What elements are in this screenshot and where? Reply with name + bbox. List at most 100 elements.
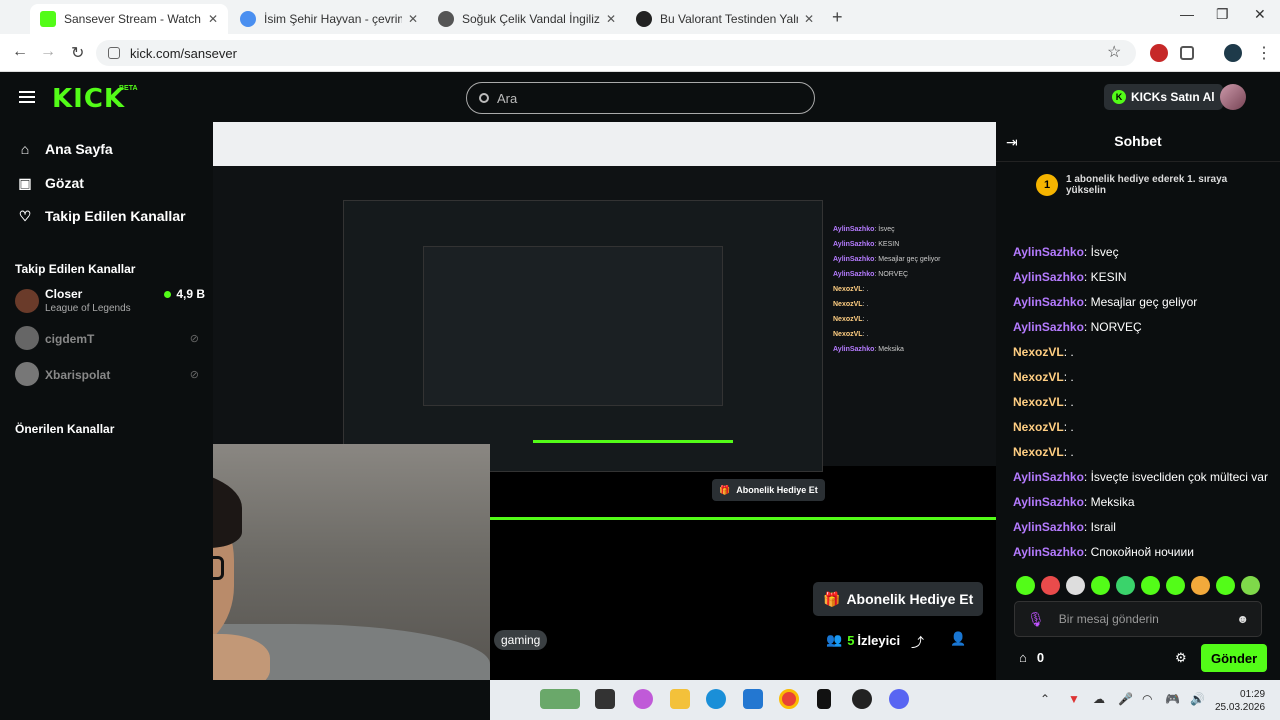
nav-following[interactable]: ♡ Takip Edilen Kanallar (17, 208, 186, 224)
search-input[interactable]: Ara (466, 82, 815, 114)
emote-icon[interactable] (1216, 576, 1235, 595)
share-icon[interactable]: ⤴ (911, 632, 924, 651)
more-menu-icon[interactable]: ⋮ (1256, 43, 1272, 63)
tab-sansever[interactable]: Sansever Stream - Watch Live o ✕ (30, 4, 228, 34)
emote-icon[interactable] (1066, 576, 1085, 595)
channel-points[interactable]: ⌂ 0 (1019, 650, 1044, 665)
emoji-picker-icon[interactable]: ☻ (1236, 612, 1249, 626)
user-avatar[interactable] (1220, 84, 1246, 110)
points-value: 0 (1036, 650, 1045, 665)
chat-username[interactable]: NexozVL (1013, 395, 1064, 409)
search-icon (479, 93, 489, 103)
channel-cigdemt[interactable]: cigdemT ⊘ (15, 324, 205, 354)
chat-message-input[interactable]: 🎙 Bir mesaj gönderin ☻ (1014, 601, 1262, 637)
nested-capture-level-3 (423, 246, 723, 406)
close-tab-icon[interactable]: ✕ (408, 12, 418, 26)
emote-icon[interactable] (1116, 576, 1135, 595)
forward-icon[interactable]: → (40, 43, 56, 61)
emote-icon[interactable] (1191, 576, 1210, 595)
nav-browse[interactable]: ▣ Gözat (17, 175, 84, 191)
chat-username[interactable]: AylinSazhko (1013, 295, 1084, 309)
channel-closer[interactable]: Closer League of Legends 4,9 B (15, 287, 205, 317)
chat-text: . (1070, 370, 1074, 384)
stream-video[interactable]: AylinSazhko: İsveç AylinSazhko: KESIN Ay… (213, 122, 996, 680)
emote-icon[interactable] (1141, 576, 1160, 595)
tab-isim-sehir[interactable]: İsim Şehir Hayvan - çevrimiçi o ✕ (230, 4, 428, 34)
chrome-icon[interactable] (779, 689, 799, 709)
chat-username[interactable]: AylinSazhko (1013, 545, 1084, 559)
url-field[interactable]: kick.com/sansever (96, 40, 1136, 66)
extension-icon[interactable] (1150, 44, 1168, 62)
maximize-icon[interactable]: ❐ (1216, 6, 1229, 23)
chat-username[interactable]: NexozVL (1013, 445, 1064, 459)
close-tab-icon[interactable]: ✕ (208, 12, 218, 26)
volume-icon[interactable]: 🔊 (1190, 692, 1205, 706)
steam-icon[interactable] (852, 689, 872, 709)
extensions-puzzle-icon[interactable] (1180, 46, 1194, 60)
kicks-coin-icon: K (1112, 90, 1126, 104)
site-header: KICK BETA Ara K KICKs Satın Al (0, 72, 1280, 122)
vpn-icon[interactable]: ▼ (1068, 692, 1080, 706)
app-icon[interactable] (595, 689, 615, 709)
tray-chevron-icon[interactable]: ⌃ (1040, 692, 1050, 706)
chat-username[interactable]: AylinSazhko (1013, 470, 1084, 484)
minimize-icon[interactable]: — (1180, 6, 1194, 22)
chat-message: AylinSazhko: Israil (1013, 515, 1278, 540)
chat-separator: : (1083, 295, 1091, 309)
gamepad-icon[interactable]: 🎮 (1165, 692, 1180, 706)
chat-username[interactable]: NexozVL (1013, 420, 1064, 434)
store-icon[interactable] (743, 689, 763, 709)
copilot-icon[interactable] (633, 689, 653, 709)
microphone-icon[interactable]: 🎙 (1027, 611, 1045, 628)
buy-kicks-button[interactable]: K KICKs Satın Al (1104, 84, 1223, 110)
reload-icon[interactable]: ↻ (71, 43, 84, 63)
emote-icon[interactable] (1016, 576, 1035, 595)
menu-icon[interactable] (19, 91, 35, 103)
bookmark-star-icon[interactable]: ☆ (1107, 42, 1121, 62)
site-info-icon[interactable] (108, 47, 120, 59)
close-window-icon[interactable]: ✕ (1254, 6, 1266, 23)
chat-text: Israil (1090, 520, 1116, 534)
chat-message: AylinSazhko: İsveç (1013, 240, 1278, 265)
chat-username[interactable]: AylinSazhko (1013, 320, 1084, 334)
mic-tray-icon[interactable]: 🎤 (1118, 692, 1133, 706)
kick-logo[interactable]: KICK (52, 84, 125, 114)
home-icon: ⌂ (20, 141, 30, 157)
chat-username[interactable]: AylinSazhko (1013, 270, 1084, 284)
chat-username[interactable]: AylinSazhko (1013, 245, 1084, 259)
chat-username[interactable]: AylinSazhko (1013, 520, 1084, 534)
chat-username[interactable]: AylinSazhko (1013, 495, 1084, 509)
taskbar-clock[interactable]: 01:29 25.03.2026 (1215, 688, 1265, 714)
chat-settings-gear-icon[interactable]: ⚙ (1175, 650, 1187, 666)
netflix-icon[interactable] (817, 689, 831, 709)
send-button[interactable]: Gönder (1201, 644, 1268, 672)
profile-icon[interactable] (1224, 44, 1242, 62)
chat-username[interactable]: NexozVL (1013, 345, 1064, 359)
tab-soguk-celik[interactable]: Soğuk Çelik Vandal İngilizcesi ✕ (428, 4, 626, 34)
gift-sub-button[interactable]: 🎁 Abonelik Hediye Et (813, 582, 984, 616)
nav-home[interactable]: ⌂ Ana Sayfa (17, 141, 113, 157)
gift-sub-label: Abonelik Hediye Et (846, 591, 974, 607)
emote-icon[interactable] (1166, 576, 1185, 595)
wifi-icon[interactable]: ◠ (1142, 692, 1152, 706)
chat-separator: : (1083, 520, 1091, 534)
back-icon[interactable]: ← (12, 43, 28, 61)
gift-icon: 🎁 (719, 484, 731, 495)
follow-user-icon[interactable]: 👤 (950, 631, 966, 647)
emote-icon[interactable] (1091, 576, 1110, 595)
category-tag[interactable]: gaming (494, 630, 548, 650)
tab-valorant[interactable]: Bu Valorant Testinden Yalnızca ✕ (626, 4, 824, 34)
discord-icon[interactable] (889, 689, 909, 709)
emote-icon[interactable] (1241, 576, 1260, 595)
widgets-icon[interactable] (540, 689, 580, 709)
chat-title: Sohbet (1114, 133, 1162, 149)
close-tab-icon[interactable]: ✕ (606, 12, 616, 26)
new-tab-icon[interactable]: + (832, 7, 843, 28)
close-tab-icon[interactable]: ✕ (804, 12, 814, 26)
emote-icon[interactable] (1041, 576, 1060, 595)
edge-icon[interactable] (706, 689, 726, 709)
file-explorer-icon[interactable] (670, 689, 690, 709)
cloud-icon[interactable]: ☁ (1093, 692, 1105, 706)
chat-username[interactable]: NexozVL (1013, 370, 1064, 384)
channel-xbarispolat[interactable]: Xbarispolat ⊘ (15, 360, 205, 390)
